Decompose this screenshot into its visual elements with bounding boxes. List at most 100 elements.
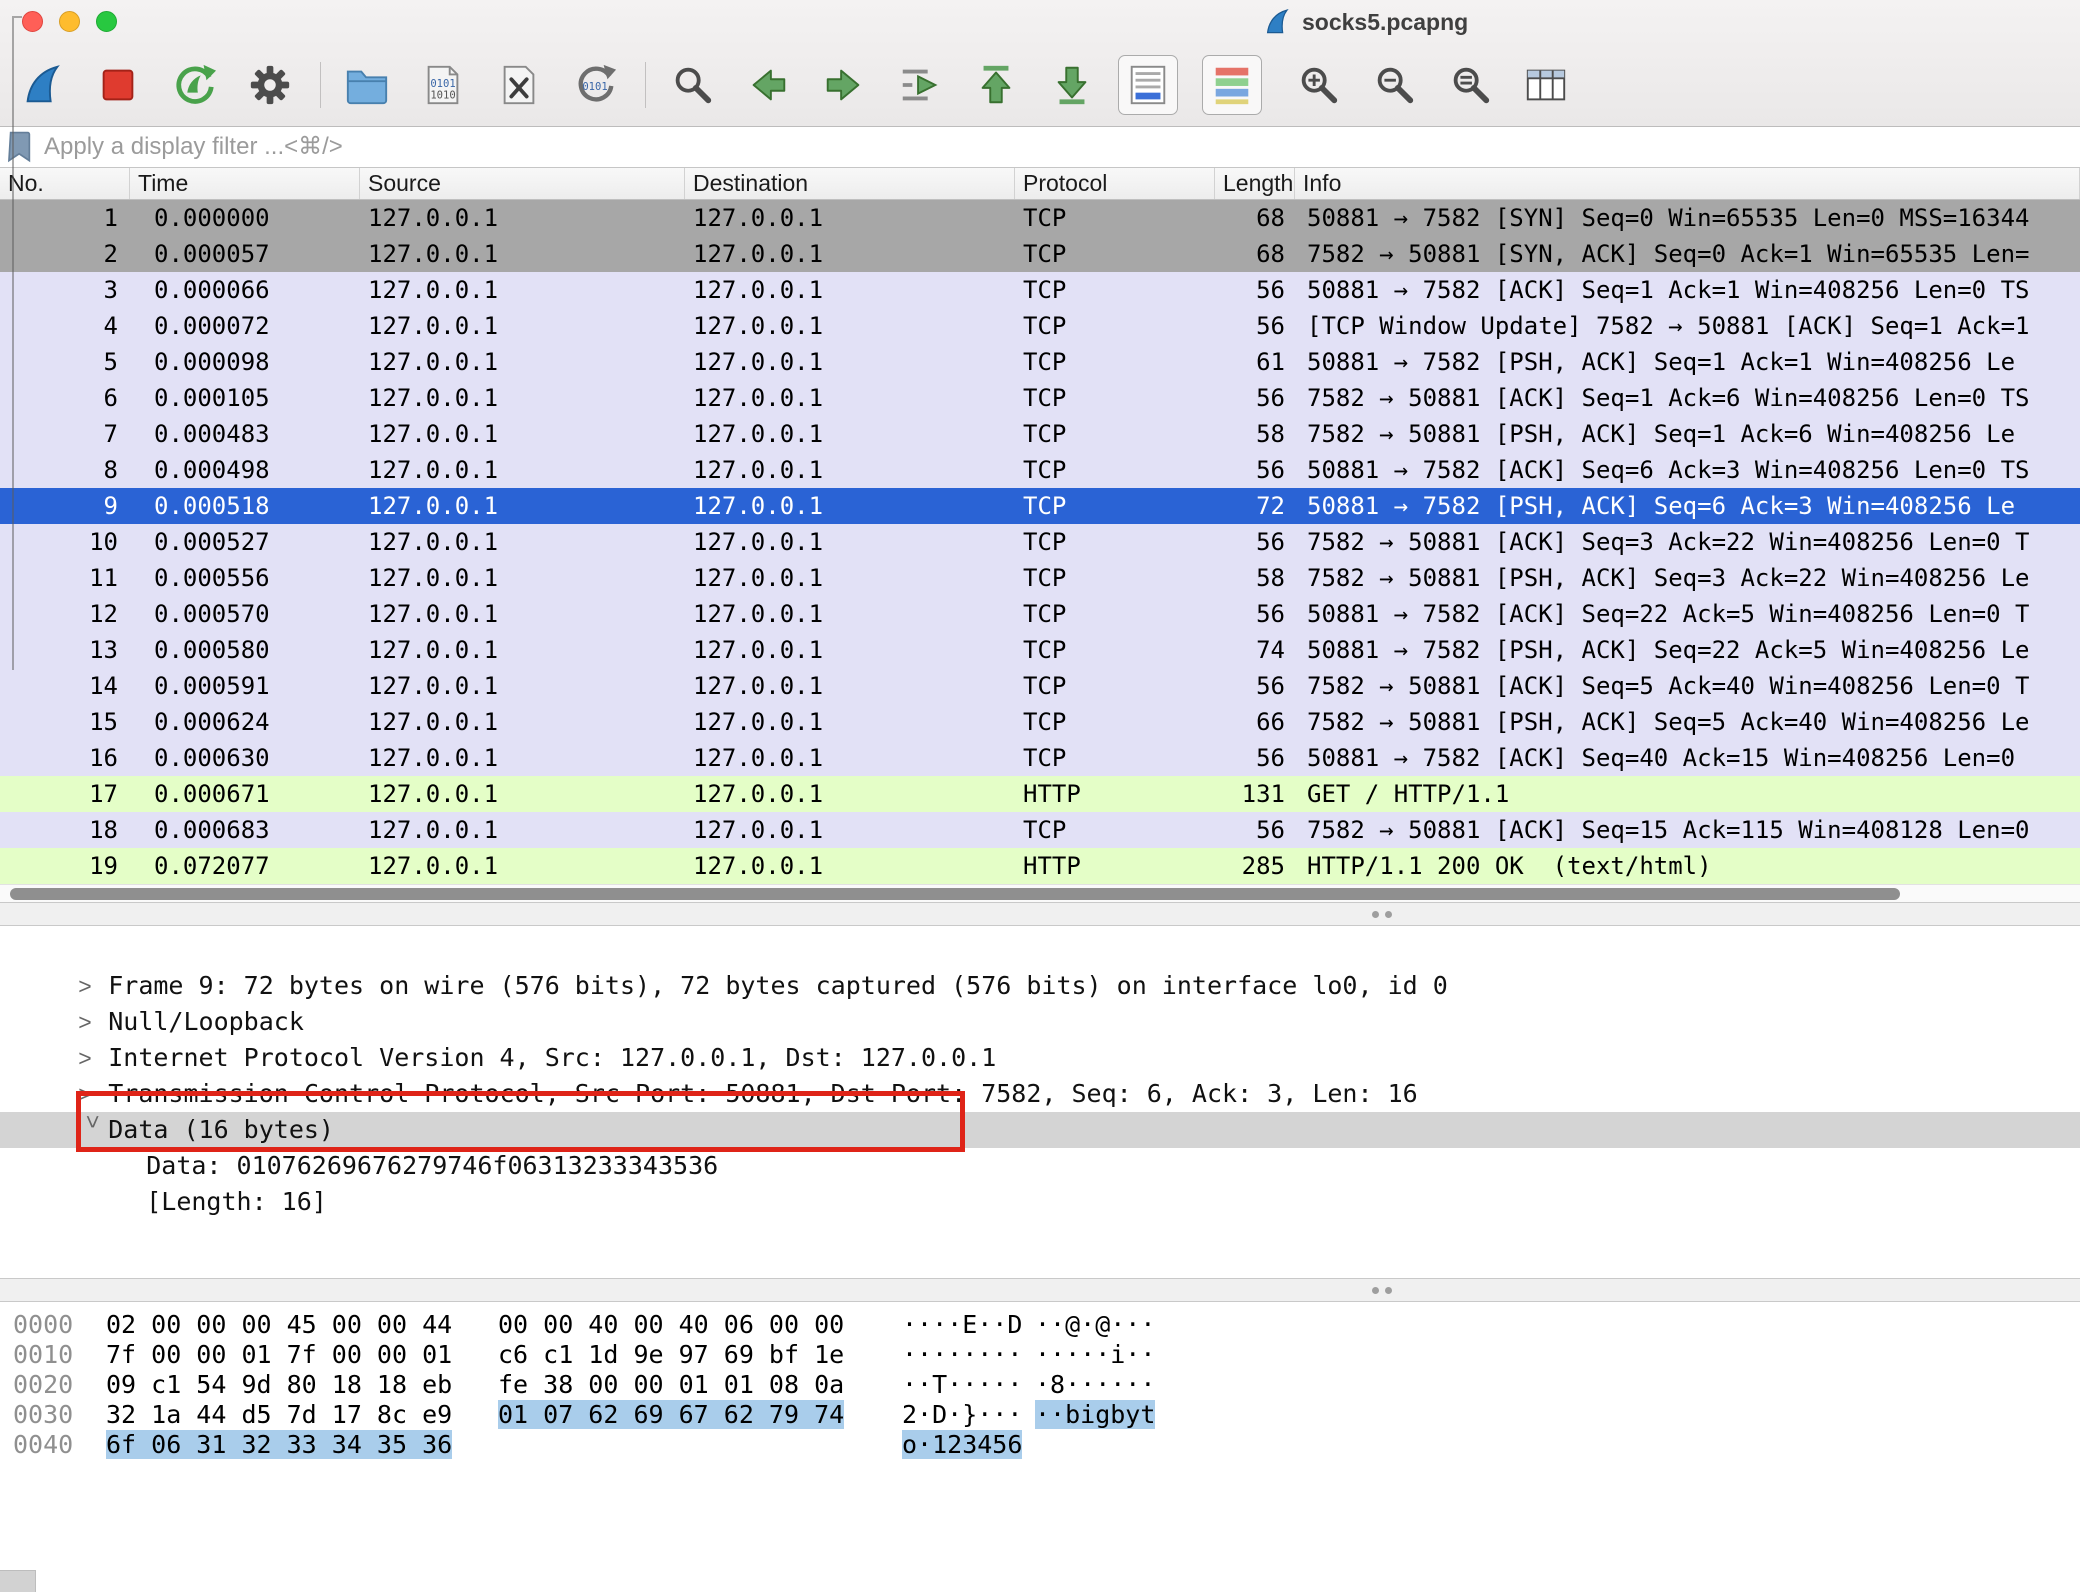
zoom-original-button[interactable] [1440, 55, 1500, 115]
packet-row[interactable]: 5 0.000098 127.0.0.1 127.0.0.1 TCP 61 50… [0, 344, 2080, 380]
cell-time: 0.000518 [130, 488, 360, 524]
column-header-no[interactable]: No. [0, 168, 130, 199]
packet-row[interactable]: 14 0.000591 127.0.0.1 127.0.0.1 TCP 56 7… [0, 668, 2080, 704]
column-header-time[interactable]: Time [130, 168, 360, 199]
display-filter-input[interactable] [42, 132, 2080, 162]
reload-file-button[interactable]: 0101 [565, 55, 625, 115]
close-file-button[interactable] [489, 55, 549, 115]
cell-protocol: TCP [1015, 740, 1215, 776]
cell-destination: 127.0.0.1 [685, 416, 1015, 452]
column-header-destination[interactable]: Destination [685, 168, 1015, 199]
start-capture-button[interactable] [12, 55, 72, 115]
last-packet-button[interactable] [1042, 55, 1102, 115]
ascii-right[interactable] [1035, 1430, 1168, 1460]
resize-columns-button[interactable] [1516, 55, 1576, 115]
horizontal-scrollbar[interactable] [0, 884, 2080, 902]
ascii-left[interactable]: ····E··D [902, 1310, 1035, 1340]
column-header-length[interactable]: Length [1215, 168, 1295, 199]
cell-no: 17 [0, 776, 130, 812]
expander-icon[interactable]: > [78, 1004, 108, 1040]
traffic-light-minimize[interactable] [59, 11, 80, 32]
ascii-left[interactable]: ········ [902, 1340, 1035, 1370]
cell-time: 0.000580 [130, 632, 360, 668]
ascii-right[interactable]: ··bigbyt [1035, 1400, 1168, 1430]
packet-row[interactable]: 6 0.000105 127.0.0.1 127.0.0.1 TCP 56 75… [0, 380, 2080, 416]
packet-row[interactable]: 4 0.000072 127.0.0.1 127.0.0.1 TCP 56 [T… [0, 308, 2080, 344]
ascii-right[interactable]: ·8······ [1035, 1370, 1168, 1400]
next-packet-button[interactable] [814, 55, 874, 115]
expander-icon[interactable]: > [78, 1076, 108, 1112]
go-to-packet-button[interactable] [890, 55, 950, 115]
pane-splitter-bottom[interactable] [0, 1278, 2080, 1302]
hex-row[interactable]: 00107f 00 00 01 7f 00 00 01c6 c1 1d 9e 9… [0, 1340, 2080, 1370]
hex-bytes-right[interactable]: c6 c1 1d 9e 97 69 bf 1e [498, 1340, 902, 1370]
hex-bytes-left[interactable]: 32 1a 44 d5 7d 17 8c e9 [106, 1400, 498, 1430]
packet-row[interactable]: 16 0.000630 127.0.0.1 127.0.0.1 TCP 56 5… [0, 740, 2080, 776]
stop-capture-button[interactable] [88, 55, 148, 115]
ascii-left[interactable]: ··T····· [902, 1370, 1035, 1400]
cell-protocol: TCP [1015, 236, 1215, 272]
capture-options-button[interactable] [240, 55, 300, 115]
pane-splitter-top[interactable] [0, 902, 2080, 926]
previous-packet-button[interactable] [738, 55, 798, 115]
ascii-left[interactable]: o·123456 [902, 1430, 1035, 1460]
ascii-left[interactable]: 2·D·}··· [902, 1400, 1035, 1430]
hex-bytes-left[interactable]: 02 00 00 00 45 00 00 44 [106, 1310, 498, 1340]
save-icon: 01011010 [420, 62, 466, 108]
ascii-right[interactable]: ··@·@··· [1035, 1310, 1168, 1340]
traffic-light-zoom[interactable] [96, 11, 117, 32]
hex-row[interactable]: 000002 00 00 00 45 00 00 4400 00 40 00 4… [0, 1310, 2080, 1340]
zoom-in-button[interactable] [1288, 55, 1348, 115]
packet-row[interactable]: 3 0.000066 127.0.0.1 127.0.0.1 TCP 56 50… [0, 272, 2080, 308]
packet-row[interactable]: 18 0.000683 127.0.0.1 127.0.0.1 TCP 56 7… [0, 812, 2080, 848]
traffic-light-close[interactable] [22, 11, 43, 32]
expander-icon[interactable]: > [75, 1115, 111, 1145]
zoom-original-icon [1447, 62, 1493, 108]
ascii-right[interactable]: ·····i·· [1035, 1340, 1168, 1370]
hex-bytes-left[interactable]: 09 c1 54 9d 80 18 18 eb [106, 1370, 498, 1400]
bookmark-icon[interactable] [6, 130, 34, 164]
packet-rows: 1 0.000000 127.0.0.1 127.0.0.1 TCP 68 50… [0, 200, 2080, 884]
column-header-source[interactable]: Source [360, 168, 685, 199]
cell-no: 14 [0, 668, 130, 704]
packet-row[interactable]: 1 0.000000 127.0.0.1 127.0.0.1 TCP 68 50… [0, 200, 2080, 236]
auto-scroll-toggle[interactable] [1118, 55, 1178, 115]
hex-row[interactable]: 003032 1a 44 d5 7d 17 8c e901 07 62 69 6… [0, 1400, 2080, 1430]
packet-row[interactable]: 13 0.000580 127.0.0.1 127.0.0.1 TCP 74 5… [0, 632, 2080, 668]
hex-bytes-right[interactable]: 01 07 62 69 67 62 79 74 [498, 1400, 902, 1430]
packet-row[interactable]: 10 0.000527 127.0.0.1 127.0.0.1 TCP 56 7… [0, 524, 2080, 560]
packet-row[interactable]: 2 0.000057 127.0.0.1 127.0.0.1 TCP 68 75… [0, 236, 2080, 272]
scrollbar-thumb[interactable] [10, 888, 1900, 900]
packet-row[interactable]: 7 0.000483 127.0.0.1 127.0.0.1 TCP 58 75… [0, 416, 2080, 452]
cell-protocol: TCP [1015, 668, 1215, 704]
hex-bytes-right[interactable]: fe 38 00 00 01 01 08 0a [498, 1370, 902, 1400]
hex-bytes-left[interactable]: 6f 06 31 32 33 34 35 36 [106, 1430, 498, 1460]
open-file-button[interactable] [337, 55, 397, 115]
packet-row[interactable]: 12 0.000570 127.0.0.1 127.0.0.1 TCP 56 5… [0, 596, 2080, 632]
hex-row[interactable]: 00406f 06 31 32 33 34 35 36o·123456 [0, 1430, 2080, 1460]
detail-row[interactable]: >Internet Protocol Version 4, Src: 127.0… [0, 1004, 2080, 1040]
hex-bytes-left[interactable]: 7f 00 00 01 7f 00 00 01 [106, 1340, 498, 1370]
save-file-button[interactable]: 01011010 [413, 55, 473, 115]
hex-row[interactable]: 002009 c1 54 9d 80 18 18 ebfe 38 00 00 0… [0, 1370, 2080, 1400]
column-header-protocol[interactable]: Protocol [1015, 168, 1215, 199]
packet-row[interactable]: 11 0.000556 127.0.0.1 127.0.0.1 TCP 58 7… [0, 560, 2080, 596]
detail-row[interactable]: >Frame 9: 72 bytes on wire (576 bits), 7… [0, 932, 2080, 968]
hex-offset: 0030 [13, 1400, 106, 1430]
packet-row[interactable]: 8 0.000498 127.0.0.1 127.0.0.1 TCP 56 50… [0, 452, 2080, 488]
restart-capture-button[interactable] [164, 55, 224, 115]
first-packet-button[interactable] [966, 55, 1026, 115]
expander-icon[interactable]: > [78, 968, 108, 1004]
packet-row[interactable]: 15 0.000624 127.0.0.1 127.0.0.1 TCP 66 7… [0, 704, 2080, 740]
packet-row[interactable]: 19 0.072077 127.0.0.1 127.0.0.1 HTTP 285… [0, 848, 2080, 884]
zoom-out-button[interactable] [1364, 55, 1424, 115]
column-header-info[interactable]: Info [1295, 168, 2080, 199]
colorize-toggle[interactable] [1202, 55, 1262, 115]
find-packet-button[interactable] [662, 55, 722, 115]
hex-bytes-right[interactable]: 00 00 40 00 40 06 00 00 [498, 1310, 902, 1340]
expander-icon[interactable]: > [78, 1040, 108, 1076]
hex-bytes-right[interactable] [498, 1430, 902, 1460]
packet-row[interactable]: 17 0.000671 127.0.0.1 127.0.0.1 HTTP 131… [0, 776, 2080, 812]
packet-row[interactable]: 9 0.000518 127.0.0.1 127.0.0.1 TCP 72 50… [0, 488, 2080, 524]
close-file-icon [496, 62, 542, 108]
